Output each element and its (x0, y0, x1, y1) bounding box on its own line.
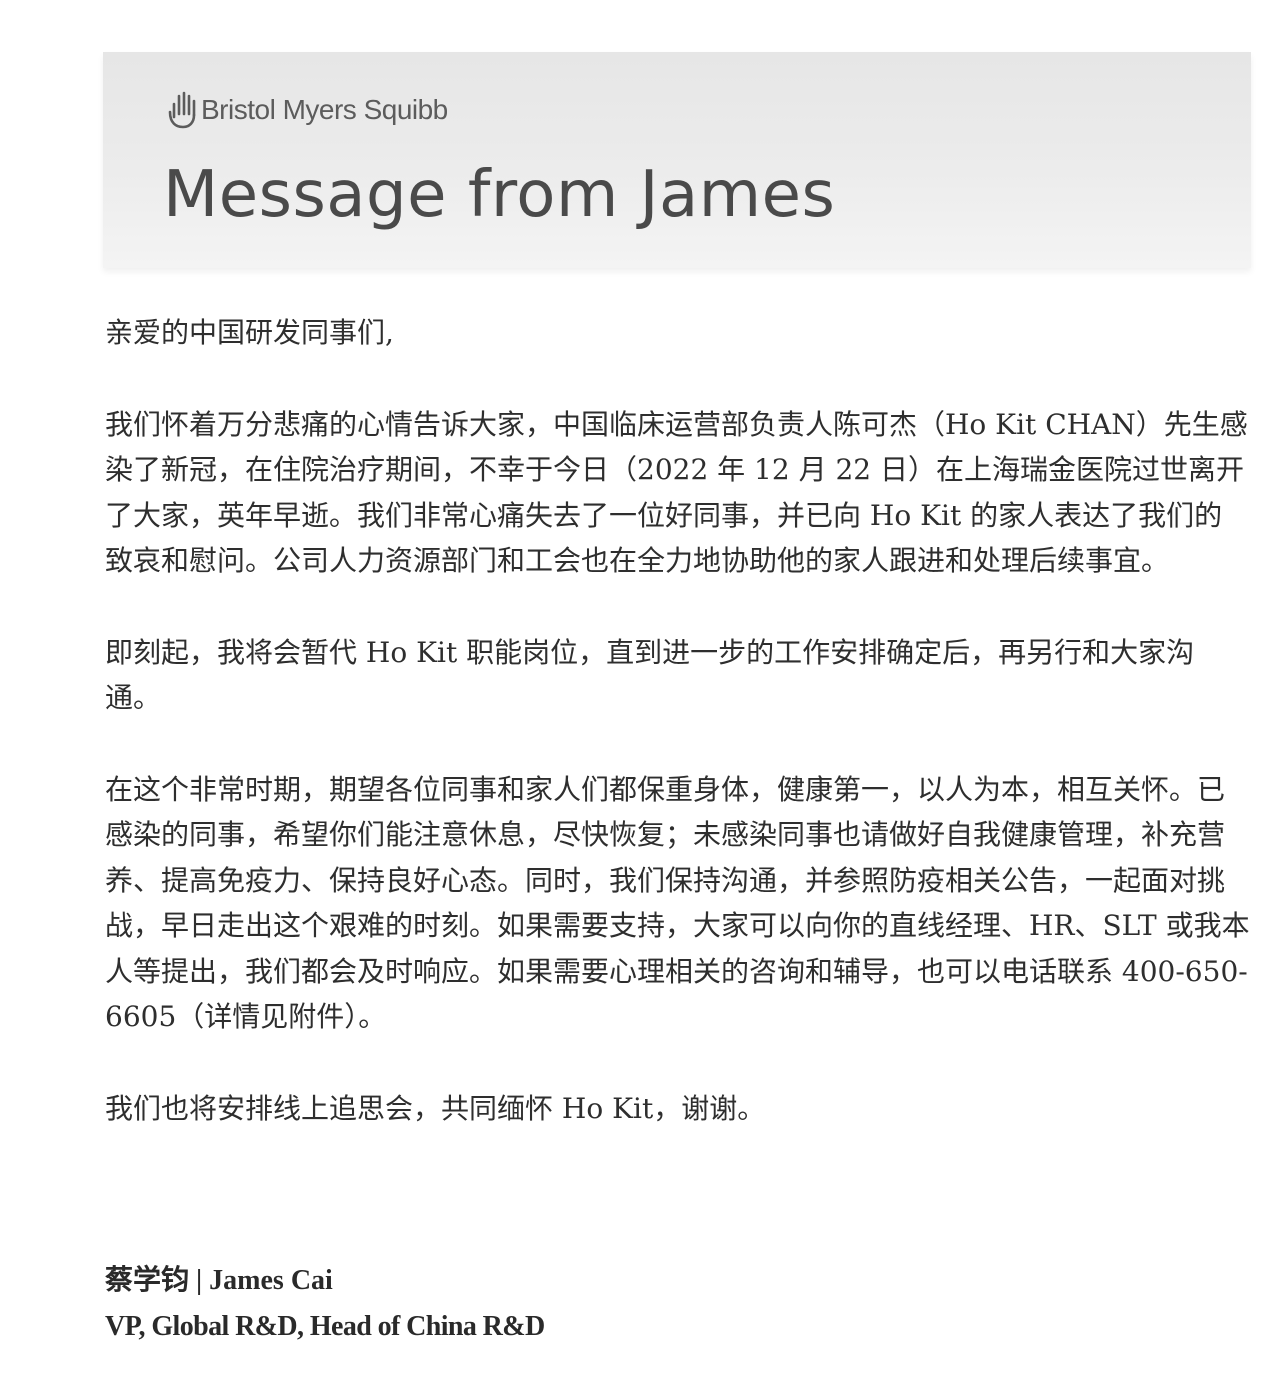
signature-title: VP, Global R&D, Head of China R&D (105, 1311, 545, 1342)
salutation: 亲爱的中国研发同事们, (105, 316, 394, 349)
signature-name: 蔡学钧 | James Cai (105, 1265, 333, 1296)
signature-block: 蔡学钧 | James Cai VP, Global R&D, Head of … (105, 1258, 545, 1350)
letter-body: 亲爱的中国研发同事们, 我们怀着万分悲痛的心情告诉大家，中国临床运营部负责人陈可… (105, 310, 1250, 1177)
paragraph-announcement: 我们怀着万分悲痛的心情告诉大家，中国临床运营部负责人陈可杰（Ho Kit CHA… (105, 407, 1248, 578)
logo-text: Bristol Myers Squibb (201, 94, 448, 125)
paragraph-interim-role: 即刻起，我将会暂代 Ho Kit 职能岗位，直到进一步的工作安排确定后，再另行和… (105, 635, 1195, 715)
header-banner: Bristol Myers Squibb Message from James (103, 52, 1251, 268)
paragraph-support: 在这个非常时期，期望各位同事和家人们都保重身体，健康第一，以人为本，相互关怀。已… (105, 772, 1250, 1034)
page-title: Message from James (163, 158, 836, 232)
paragraph-memorial: 我们也将安排线上追思会，共同缅怀 Ho Kit，谢谢。 (105, 1091, 766, 1125)
hand-icon (168, 91, 196, 129)
company-logo: Bristol Myers Squibb (167, 90, 448, 130)
